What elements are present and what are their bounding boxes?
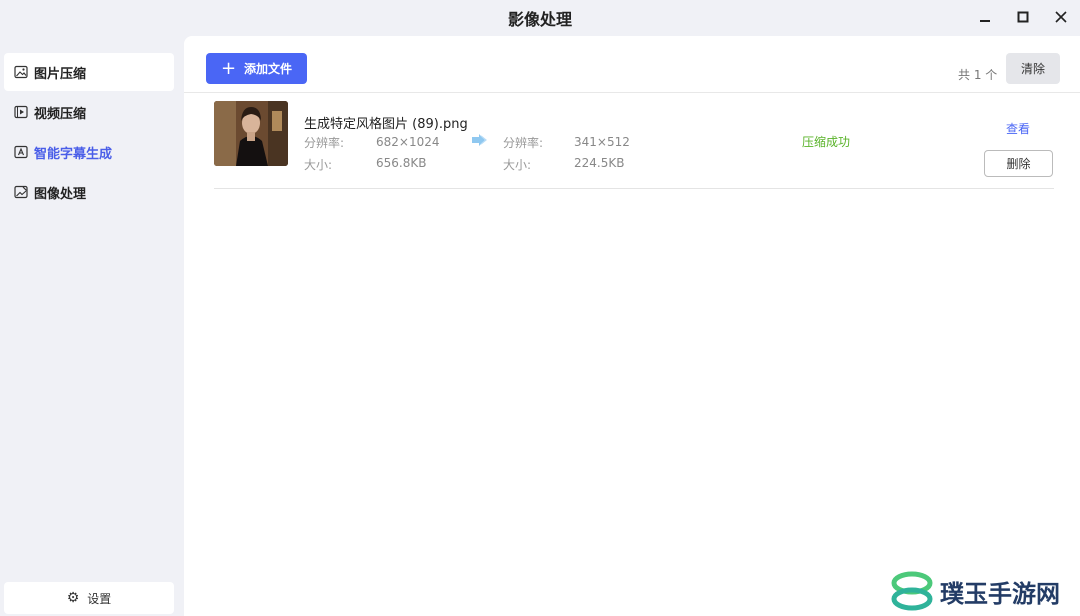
- minimize-button[interactable]: [966, 0, 1004, 34]
- sidebar-item-label: 图片压缩: [34, 66, 87, 82]
- orig-size-label: 大小:: [304, 158, 333, 172]
- sidebar-item-label: 图像处理: [34, 186, 87, 202]
- close-button[interactable]: [1042, 0, 1080, 34]
- clear-button[interactable]: 清除: [1006, 53, 1060, 84]
- sidebar-item-image-process[interactable]: 图像处理: [4, 173, 174, 211]
- close-icon: [1055, 11, 1067, 23]
- divider: [184, 92, 1080, 93]
- maximize-icon: [1017, 11, 1029, 23]
- view-link[interactable]: 查看: [1006, 120, 1030, 137]
- settings-label: 设置: [87, 591, 112, 606]
- add-file-button[interactable]: + 添加文件: [206, 53, 307, 84]
- video-icon: [13, 104, 29, 120]
- new-size-label: 大小:: [503, 158, 532, 172]
- logo-icon: [891, 571, 933, 611]
- file-name: 生成特定风格图片 (89).png: [304, 117, 468, 132]
- row-divider: [214, 188, 1054, 189]
- window-title: 影像处理: [507, 10, 572, 29]
- gear-icon: ⚙: [66, 590, 80, 606]
- file-thumbnail: [214, 101, 288, 166]
- sidebar-item-video-compress[interactable]: 视频压缩: [4, 93, 174, 131]
- window-controls: [966, 0, 1080, 36]
- sidebar-item-image-compress[interactable]: 图片压缩: [4, 53, 174, 91]
- new-size-value: 224.5KB: [574, 156, 625, 170]
- file-row: 生成特定风格图片 (89).png 分辨率: 682×1024 大小: 656.…: [214, 100, 1054, 190]
- new-resolution-label: 分辨率:: [503, 136, 544, 150]
- image-icon: [13, 64, 29, 80]
- file-count: 共 1 个: [958, 68, 998, 82]
- status-text: 压缩成功: [802, 135, 851, 149]
- watermark-logo: 璞玉手游网: [890, 568, 1076, 614]
- minimize-icon: [980, 20, 990, 22]
- arrow-right-icon: [472, 134, 488, 150]
- orig-resolution-value: 682×1024: [376, 135, 440, 149]
- sidebar: 图片压缩 视频压缩 智能字幕生成 图像处理 ⚙ 设置: [0, 36, 182, 616]
- orig-resolution-label: 分辨率:: [304, 136, 345, 150]
- subtitle-icon: [13, 144, 29, 160]
- orig-size-value: 656.8KB: [376, 156, 427, 170]
- image-edit-icon: [13, 184, 29, 200]
- delete-button[interactable]: 删除: [984, 150, 1053, 177]
- main-panel: + 添加文件 共 1 个 清除 生成特定风格图片 (89).png 分辨率: 6…: [184, 36, 1080, 616]
- settings-button[interactable]: ⚙ 设置: [4, 582, 174, 614]
- sidebar-item-subtitle[interactable]: 智能字幕生成: [4, 133, 174, 171]
- sidebar-item-label: 视频压缩: [34, 106, 87, 122]
- new-resolution-value: 341×512: [574, 135, 630, 149]
- add-file-label: 添加文件: [244, 62, 293, 76]
- title-bar: 影像处理: [0, 0, 1080, 36]
- watermark-text: 璞玉手游网: [940, 579, 1060, 608]
- maximize-button[interactable]: [1004, 0, 1042, 34]
- sidebar-item-label: 智能字幕生成: [34, 146, 113, 162]
- plus-icon: +: [220, 57, 237, 79]
